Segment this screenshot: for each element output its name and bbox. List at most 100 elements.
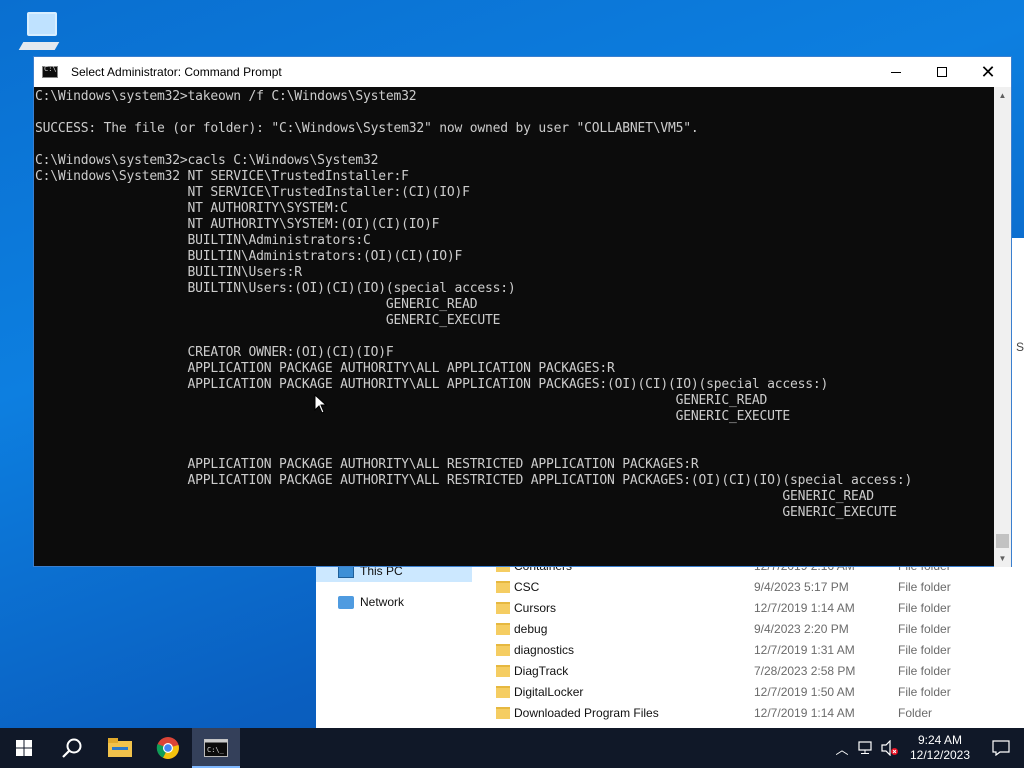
file-name: diagnostics <box>514 642 575 657</box>
console-line: GENERIC_READ <box>35 489 874 504</box>
nav-item-network[interactable]: Network <box>338 595 404 609</box>
console-line: APPLICATION PACKAGE AUTHORITY\ALL RESTRI… <box>35 457 699 472</box>
chrome-icon <box>156 737 179 759</box>
file-date-modified: 12/7/2019 1:14 AM <box>754 600 855 615</box>
console-line: NT AUTHORITY\SYSTEM:(OI)(CI)(IO)F <box>35 217 440 232</box>
console-line: GENERIC_READ <box>35 393 768 408</box>
volume-button[interactable] <box>878 740 902 756</box>
file-date-modified: 9/4/2023 5:17 PM <box>754 579 849 594</box>
console-line: C:\Windows\system32>cacls C:\Windows\Sys… <box>35 153 379 168</box>
file-name: Cursors <box>514 600 557 615</box>
network-status-button[interactable] <box>854 741 878 755</box>
console-line: APPLICATION PACKAGE AUTHORITY\ALL RESTRI… <box>35 473 913 488</box>
file-type: File folder <box>898 621 951 636</box>
scroll-down-button[interactable]: ▼ <box>994 550 1011 567</box>
start-button[interactable] <box>0 728 48 768</box>
console-line: APPLICATION PACKAGE AUTHORITY\ALL APPLIC… <box>35 361 615 376</box>
nav-item-label: Network <box>360 595 405 609</box>
close-button[interactable]: ✕ <box>965 57 1011 87</box>
file-list-row[interactable]: Downloaded Program Files 12/7/2019 1:14 A… <box>496 702 1016 723</box>
search-button[interactable] <box>48 728 96 768</box>
console-line: BUILTIN\Administrators:(OI)(CI)(IO)F <box>35 249 463 264</box>
console-line: BUILTIN\Users:R <box>35 265 303 280</box>
file-explorer-icon <box>108 738 132 757</box>
file-list-row[interactable]: DigitalLocker 12/7/2019 1:50 AM File folde… <box>496 681 1016 702</box>
file-name: DigitalLocker <box>514 684 584 699</box>
console-line: NT AUTHORITY\SYSTEM:C <box>35 201 348 216</box>
close-icon: ✕ <box>980 61 996 82</box>
file-name: CSC <box>514 579 540 594</box>
vertical-scrollbar[interactable]: ▲ ▼ <box>994 87 1011 567</box>
file-type: File folder <box>898 600 951 615</box>
clock-time: 9:24 AM <box>917 733 963 747</box>
volume-muted-icon <box>881 740 898 756</box>
folder-icon <box>496 685 510 698</box>
taskbar-chrome[interactable] <box>144 728 192 768</box>
window-titlebar[interactable]: Select Administrator: Command Prompt ✕ <box>34 57 1011 87</box>
file-list-row[interactable]: Cursors 12/7/2019 1:14 AM File folder <box>496 597 1016 618</box>
search-icon <box>62 738 82 758</box>
partial-side-text: S <box>1016 340 1024 354</box>
console-line: NT SERVICE\TrustedInstaller:(CI)(IO)F <box>35 185 470 200</box>
folder-icon <box>496 601 510 614</box>
console-line: GENERIC_EXECUTE <box>35 409 791 424</box>
file-type: File folder <box>898 642 951 657</box>
maximize-icon <box>937 67 947 77</box>
file-type: Folder <box>898 705 933 720</box>
folder-icon <box>496 706 510 719</box>
taskbar-clock[interactable]: 9:24 AM 12/12/2023 <box>902 733 978 763</box>
console-line: GENERIC_READ <box>35 297 478 312</box>
minimize-icon <box>891 71 901 73</box>
taskbar-file-explorer[interactable] <box>96 728 144 768</box>
chevron-up-icon: ︿ <box>835 741 849 757</box>
file-date-modified: 12/7/2019 1:31 AM <box>754 642 855 657</box>
file-name: debug <box>514 621 548 636</box>
this-pc-icon <box>18 10 63 54</box>
console-line: APPLICATION PACKAGE AUTHORITY\ALL APPLIC… <box>35 377 829 392</box>
file-type: File folder <box>898 579 951 594</box>
console-line: BUILTIN\Administrators:C <box>35 233 371 248</box>
file-type: File folder <box>898 684 951 699</box>
minimize-button[interactable] <box>873 57 919 87</box>
folder-icon <box>496 580 510 593</box>
maximize-button[interactable] <box>919 57 965 87</box>
show-hidden-icons-button[interactable]: ︿ <box>830 739 854 758</box>
system-tray: ︿ 9:24 AM 12/12/2023 <box>830 728 1024 768</box>
console-line: C:\Windows\System32 NT SERVICE\TrustedIn… <box>35 169 409 184</box>
file-date-modified: 12/7/2019 1:50 AM <box>754 684 855 699</box>
folder-icon <box>496 622 510 635</box>
notification-icon <box>992 740 1010 756</box>
file-date-modified: 12/7/2019 1:14 AM <box>754 705 855 720</box>
svg-text:C:\_: C:\_ <box>207 746 225 754</box>
file-date-modified: 7/28/2023 2:58 PM <box>754 663 856 678</box>
scroll-up-button[interactable]: ▲ <box>994 87 1011 104</box>
folder-icon <box>496 664 510 677</box>
network-status-icon <box>858 741 872 754</box>
network-icon <box>338 595 354 609</box>
console-line: SUCCESS: The file (or folder): "C:\Windo… <box>35 121 699 136</box>
file-list-row[interactable]: DiagTrack 7/28/2023 2:58 PM File folder <box>496 660 1016 681</box>
scrollbar-thumb[interactable] <box>996 534 1009 548</box>
start-icon <box>16 740 32 756</box>
console-line: CREATOR OWNER:(OI)(CI)(IO)F <box>35 345 394 360</box>
console-line: C:\Windows\system32>takeown /f C:\Window… <box>35 89 417 104</box>
command-prompt-icon: C:\_ <box>204 739 228 757</box>
file-list-row[interactable]: CSC 9/4/2023 5:17 PM File folder <box>496 576 1016 597</box>
clock-date: 12/12/2023 <box>909 748 971 762</box>
command-prompt-window[interactable]: Select Administrator: Command Prompt ✕ C… <box>33 56 1012 567</box>
file-date-modified: 9/4/2023 2:20 PM <box>754 621 849 636</box>
console-line: GENERIC_EXECUTE <box>35 313 501 328</box>
action-center-button[interactable] <box>978 740 1024 756</box>
taskbar-command-prompt[interactable]: C:\_ <box>192 728 240 768</box>
console-output[interactable]: C:\Windows\system32>takeown /f C:\Window… <box>34 87 994 567</box>
file-name: Downloaded Program Files <box>514 705 659 720</box>
file-list-row[interactable]: debug 9/4/2023 2:20 PM File folder <box>496 618 1016 639</box>
file-list-row[interactable]: diagnostics 12/7/2019 1:31 AM File folder <box>496 639 1016 660</box>
